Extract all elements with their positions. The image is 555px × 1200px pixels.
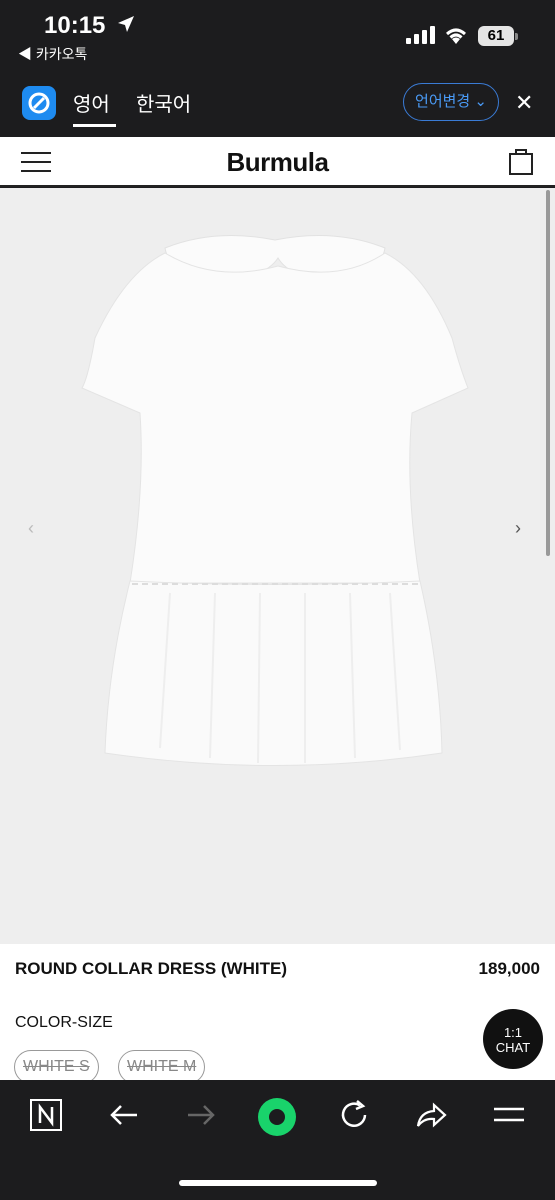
change-language-button[interactable]: 언어변경 ⌄ (403, 83, 499, 121)
cellular-signal-icon (406, 26, 435, 44)
location-arrow-icon (118, 16, 134, 32)
change-language-label: 언어변경 (415, 93, 471, 110)
tab-korean[interactable]: 한국어 (136, 88, 191, 117)
option-label: COLOR-SIZE (15, 1014, 113, 1031)
forward-arrow-icon (188, 1105, 215, 1125)
option-white-m[interactable]: WHITE M (118, 1050, 206, 1084)
chat-button[interactable]: 1:1 CHAT (483, 1009, 543, 1069)
status-bar: 10:15 ◀ 카카오톡 61 (0, 0, 555, 68)
papago-logo-icon (22, 86, 56, 120)
close-icon[interactable]: ✕ (515, 90, 533, 116)
previous-image-icon[interactable]: ‹ (28, 518, 34, 539)
back-to-app-link[interactable]: ◀ 카카오톡 (18, 44, 87, 64)
battery-icon: 61 (478, 26, 518, 46)
dress-image (81, 235, 469, 766)
green-dot-icon[interactable] (256, 1096, 298, 1138)
home-indicator (179, 1180, 377, 1186)
status-time: 10:15 (44, 12, 106, 39)
next-image-icon[interactable]: › (515, 518, 521, 539)
back-arrow-icon[interactable] (107, 1098, 141, 1132)
chat-label-line2: CHAT (495, 1040, 531, 1055)
option-white-s[interactable]: WHITE S (14, 1050, 99, 1084)
naver-home-icon[interactable] (29, 1098, 63, 1132)
chat-label-line1: 1:1 (503, 1025, 523, 1040)
product-image[interactable] (0, 188, 555, 944)
chevron-down-icon: ⌄ (474, 93, 487, 110)
scrollbar[interactable] (546, 190, 550, 556)
active-tab-indicator (73, 124, 116, 127)
tab-english[interactable]: 영어 (73, 88, 110, 117)
product-name: ROUND COLLAR DRESS (WHITE) (15, 959, 287, 978)
wifi-icon (446, 28, 466, 44)
product-price: 189,000 (478, 959, 540, 978)
more-menu-icon[interactable] (492, 1098, 526, 1132)
refresh-icon[interactable] (337, 1098, 371, 1132)
site-logo[interactable]: Burmula (0, 147, 555, 178)
shopping-bag-icon[interactable] (508, 146, 534, 176)
share-icon[interactable] (414, 1098, 448, 1132)
